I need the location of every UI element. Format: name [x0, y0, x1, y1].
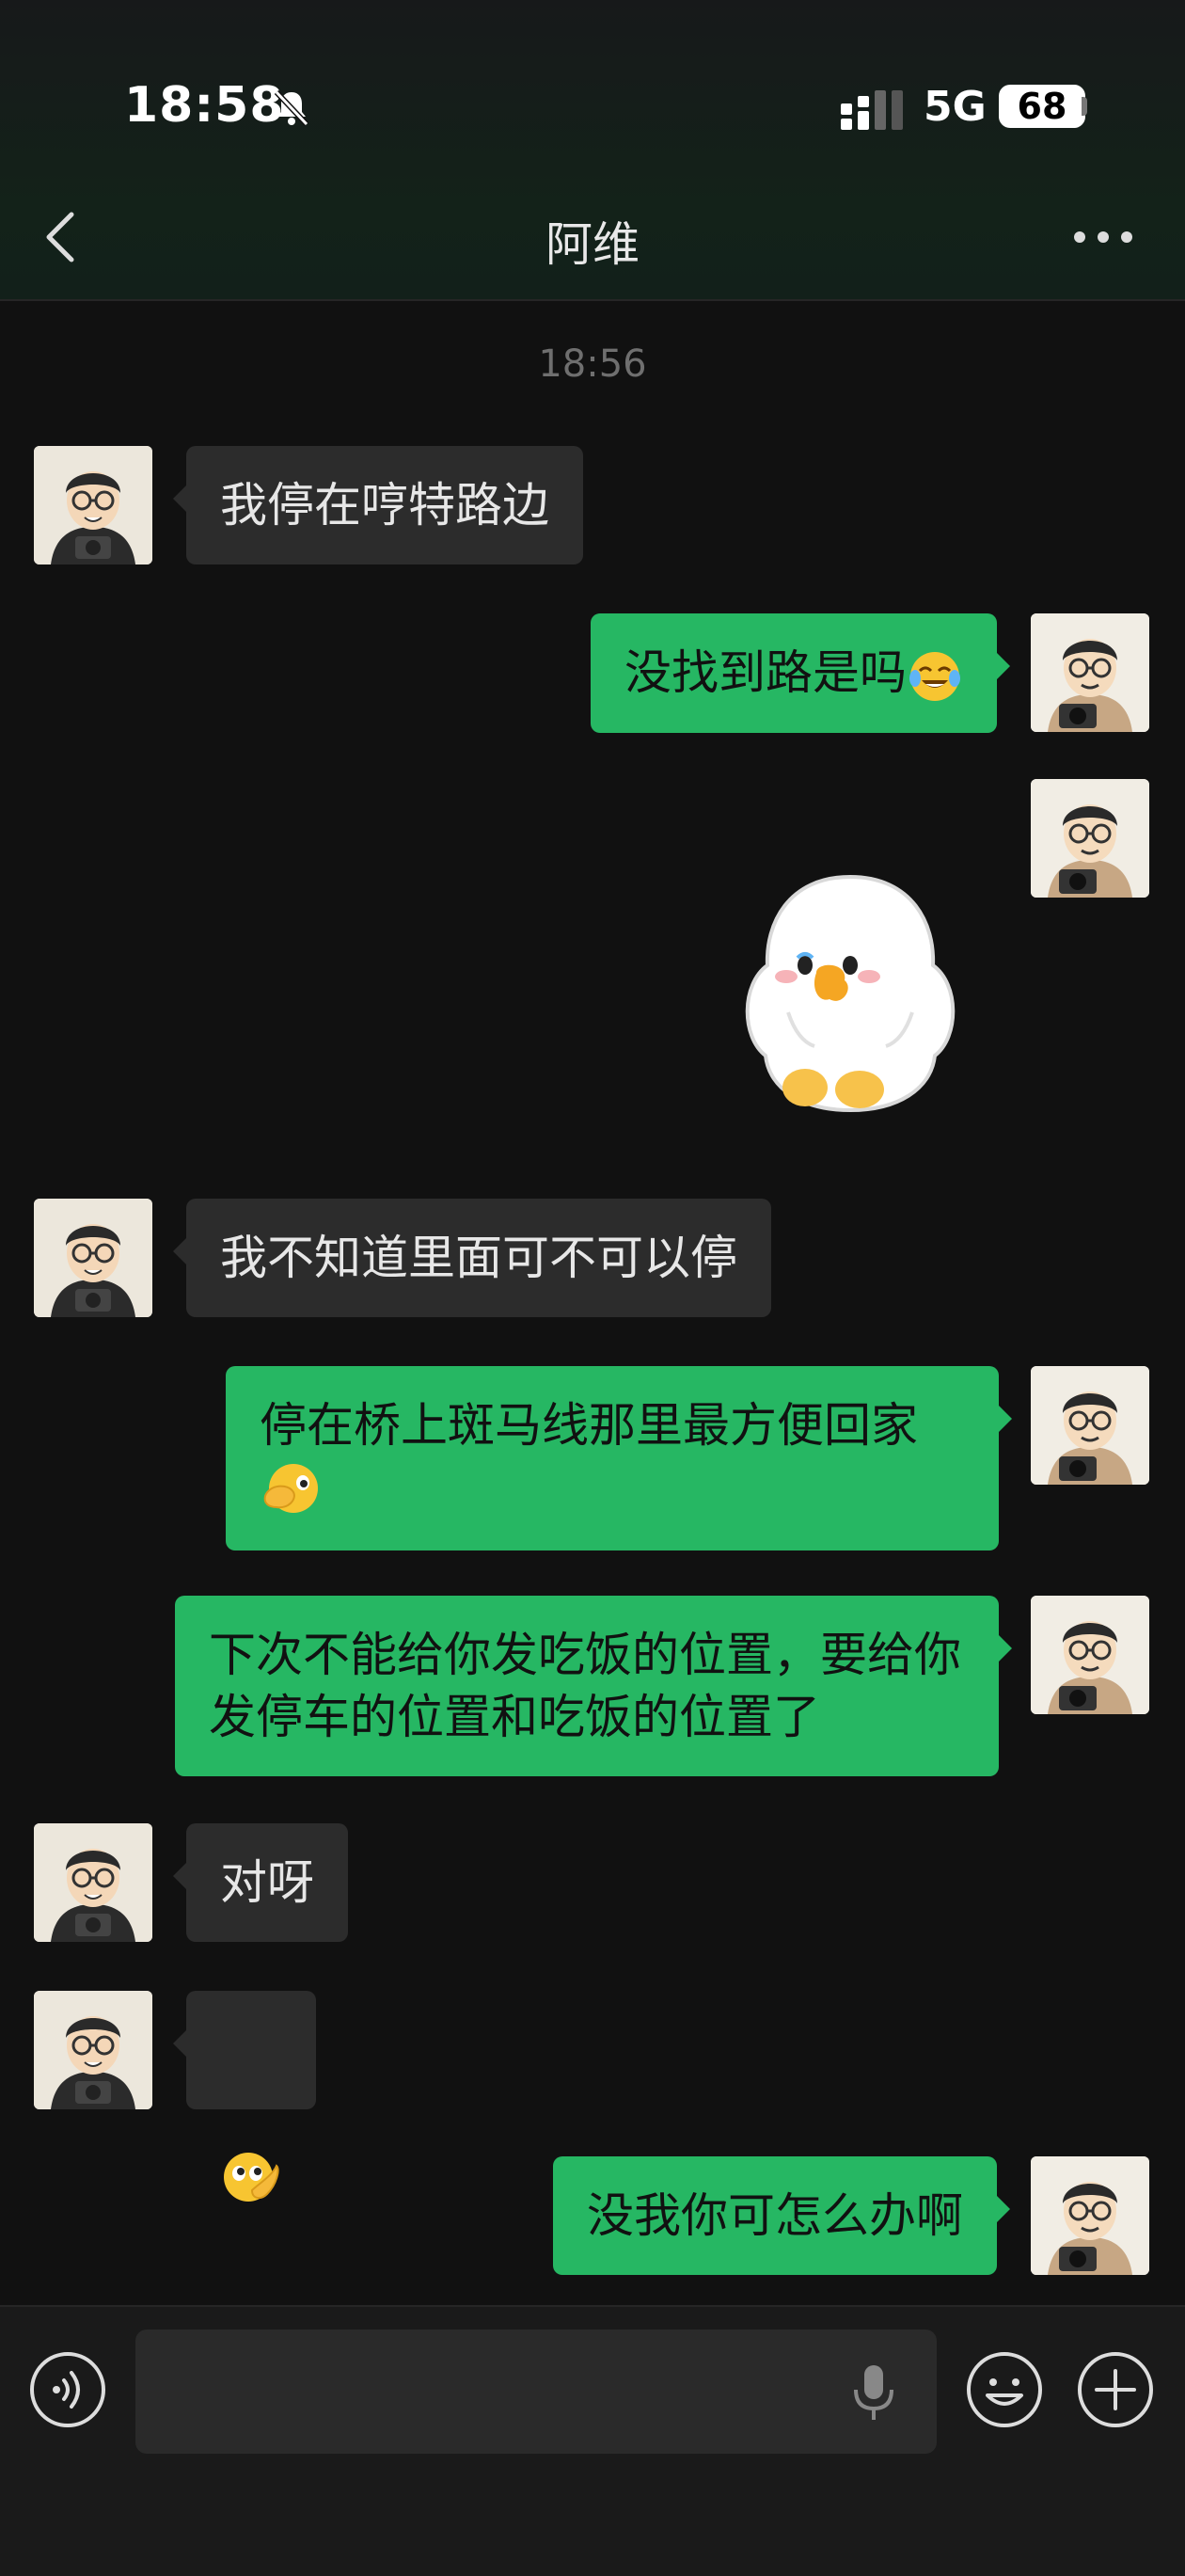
add-attachment-icon[interactable]: [1076, 2350, 1155, 2429]
contact-avatar[interactable]: [34, 1823, 152, 1942]
more-options-icon[interactable]: [1072, 224, 1134, 250]
voice-mode-icon[interactable]: [28, 2350, 107, 2429]
white-duck-sticker[interactable]: [728, 871, 972, 1121]
my-avatar[interactable]: [1031, 2156, 1149, 2275]
emoji-picker-icon[interactable]: [965, 2350, 1044, 2429]
pondering-face-emoji: [224, 2152, 279, 2202]
incoming-message-bubble[interactable]: 我停在哼特路边: [173, 446, 583, 564]
contact-avatar[interactable]: [34, 1991, 152, 2109]
message-text: 没找到路是吗: [624, 645, 907, 700]
outgoing-message-bubble[interactable]: 停在桥上斑马线那里最方便回家: [226, 1366, 1012, 1550]
silent-bell-icon: [274, 89, 309, 127]
my-avatar[interactable]: [1031, 1366, 1149, 1485]
status-time: 18:58: [124, 77, 285, 134]
battery-tip: [1082, 97, 1087, 116]
tears-of-joy-emoji: [909, 651, 960, 701]
incoming-message-bubble[interactable]: 我不知道里面可不可以停: [173, 1199, 771, 1317]
outgoing-message-bubble[interactable]: 没找到路是吗: [591, 613, 1010, 733]
contact-avatar[interactable]: [34, 1199, 152, 1317]
my-avatar[interactable]: [1031, 779, 1149, 898]
incoming-message-bubble[interactable]: 对呀: [173, 1823, 348, 1942]
message-text: 停在桥上斑马线那里最方便回家: [260, 1398, 918, 1453]
message-input[interactable]: [135, 2330, 937, 2454]
my-avatar[interactable]: [1031, 613, 1149, 732]
battery-level: 68: [999, 85, 1085, 128]
network-type: 5G: [924, 83, 987, 131]
contact-avatar[interactable]: [34, 446, 152, 564]
outgoing-message-bubble[interactable]: 下次不能给你发吃饭的位置，要给你发停车的位置和吃饭的位置了: [175, 1596, 1012, 1776]
outgoing-message-bubble[interactable]: 没我你可怎么办啊: [553, 2156, 1010, 2275]
header-divider: [0, 299, 1185, 301]
incoming-emoji-bubble[interactable]: [173, 1991, 316, 2202]
chat-timestamp: 18:56: [538, 342, 647, 386]
chat-title: 阿维: [545, 217, 640, 272]
face-with-hand-over-mouth-emoji: [263, 1463, 318, 1513]
signal-icon: [841, 90, 903, 130]
my-avatar[interactable]: [1031, 1596, 1149, 1714]
microphone-icon[interactable]: [850, 2361, 897, 2424]
